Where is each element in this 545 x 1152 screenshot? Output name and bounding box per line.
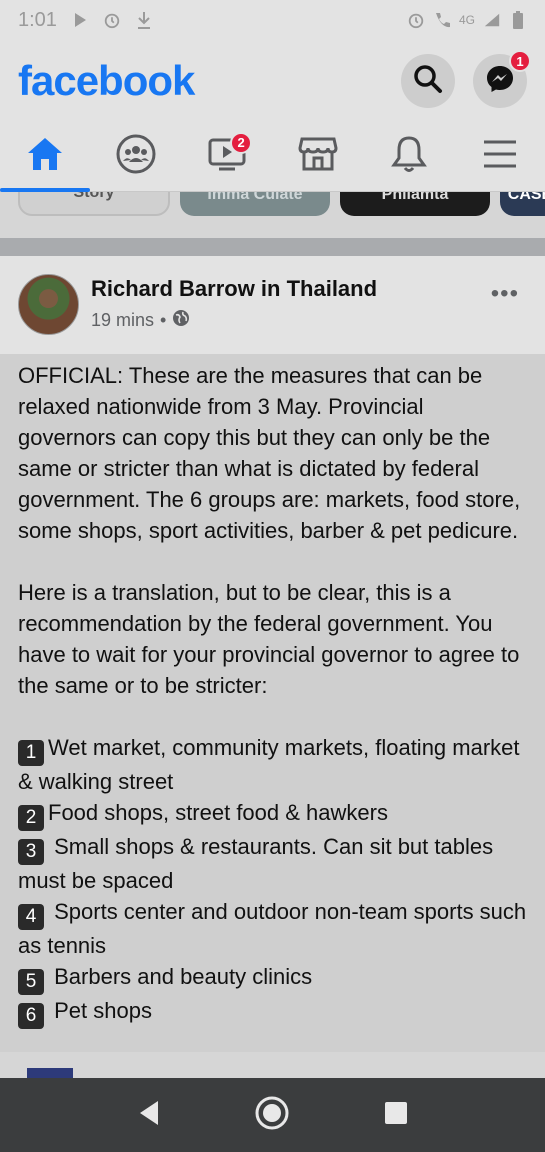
list-item: 1 Wet market, community markets, floating…	[18, 732, 527, 797]
post-time[interactable]: 19 mins	[91, 310, 154, 331]
keycap-number-icon: 3	[18, 839, 44, 865]
marketplace-icon	[298, 135, 338, 178]
keycap-number-icon: 1	[18, 740, 44, 766]
status-bar: 1:01 4G	[0, 0, 545, 40]
keycap-number-icon: 5	[18, 969, 44, 995]
stories-strip[interactable]: Story Imma Culate Philamta CASE	[0, 192, 545, 238]
home-circle-icon[interactable]	[254, 1095, 290, 1136]
tab-home[interactable]	[0, 122, 91, 192]
alarm-icon-right	[407, 11, 425, 29]
back-icon[interactable]	[136, 1099, 162, 1132]
tab-marketplace[interactable]	[283, 122, 353, 192]
list-item-text: Wet market, community markets, floating …	[18, 735, 520, 794]
keycap-number-icon: 6	[18, 1003, 44, 1029]
groups-icon	[116, 134, 156, 179]
home-icon	[26, 136, 64, 177]
bell-icon	[390, 135, 427, 178]
list-item: 2 Food shops, street food & hawkers	[18, 797, 527, 831]
signal-icon	[483, 11, 501, 29]
system-nav-bar	[0, 1078, 545, 1152]
story-chip[interactable]: Story	[18, 192, 170, 216]
list-item: 5 Barbers and beauty clinics	[18, 961, 527, 995]
recents-icon[interactable]	[383, 1100, 409, 1131]
measures-list: 1 Wet market, community markets, floating…	[18, 732, 527, 1029]
hamburger-menu-icon	[482, 139, 518, 174]
main-nav: 2	[0, 122, 545, 192]
list-item-text: Pet shops	[48, 998, 152, 1023]
list-item-text: Small shops & restaurants. Can sit but t…	[18, 834, 494, 893]
meta-separator: •	[160, 310, 167, 330]
list-item-text: Barbers and beauty clinics	[48, 964, 313, 989]
alarm-icon	[103, 11, 121, 29]
list-item-text: Sports center and outdoor non-team sport…	[18, 899, 527, 958]
call-icon	[433, 11, 451, 29]
battery-icon	[509, 11, 527, 29]
list-item: 4 Sports center and outdoor non-team spo…	[18, 896, 527, 961]
feed-post: Richard Barrow in Thailand 19 mins • •••…	[0, 256, 545, 1052]
tab-notifications[interactable]	[374, 122, 444, 192]
messenger-badge: 1	[509, 50, 531, 72]
post-paragraph: OFFICIAL: These are the measures that ca…	[18, 363, 521, 543]
tab-watch[interactable]: 2	[192, 122, 262, 192]
facebook-logo[interactable]: facebook	[18, 57, 195, 105]
story-chip[interactable]: Philamta	[340, 192, 490, 216]
messenger-button[interactable]: 1	[473, 50, 531, 108]
story-chip[interactable]: CASE	[500, 192, 545, 216]
tab-menu[interactable]	[465, 122, 535, 192]
next-post-preview	[0, 1052, 545, 1078]
feed-divider	[0, 238, 545, 256]
search-button[interactable]	[401, 54, 455, 108]
post-author[interactable]: Richard Barrow in Thailand	[91, 276, 377, 302]
more-options-icon[interactable]: •••	[491, 280, 519, 308]
network-label: 4G	[458, 13, 475, 27]
post-body: OFFICIAL: These are the measures that ca…	[0, 354, 545, 1052]
list-item-text: Food shops, street food & hawkers	[48, 800, 388, 825]
list-item: 6 Pet shops	[18, 995, 527, 1029]
avatar[interactable]	[18, 274, 79, 335]
list-item: 3 Small shops & restaurants. Can sit but…	[18, 831, 527, 896]
post-meta: 19 mins •	[91, 309, 190, 332]
watch-badge: 2	[230, 131, 253, 154]
keycap-number-icon: 2	[18, 805, 44, 831]
keycap-number-icon: 4	[18, 904, 44, 930]
app-header: facebook 1	[0, 40, 545, 122]
tab-groups[interactable]	[101, 122, 171, 192]
globe-icon	[172, 309, 190, 332]
play-icon	[71, 11, 89, 29]
story-chip[interactable]: Imma Culate	[180, 192, 330, 216]
post-paragraph: Here is a translation, but to be clear, …	[18, 580, 520, 698]
post-header: Richard Barrow in Thailand 19 mins • •••	[0, 256, 545, 354]
status-time: 1:01	[18, 8, 57, 31]
download-icon	[135, 11, 153, 29]
search-icon	[413, 64, 443, 99]
